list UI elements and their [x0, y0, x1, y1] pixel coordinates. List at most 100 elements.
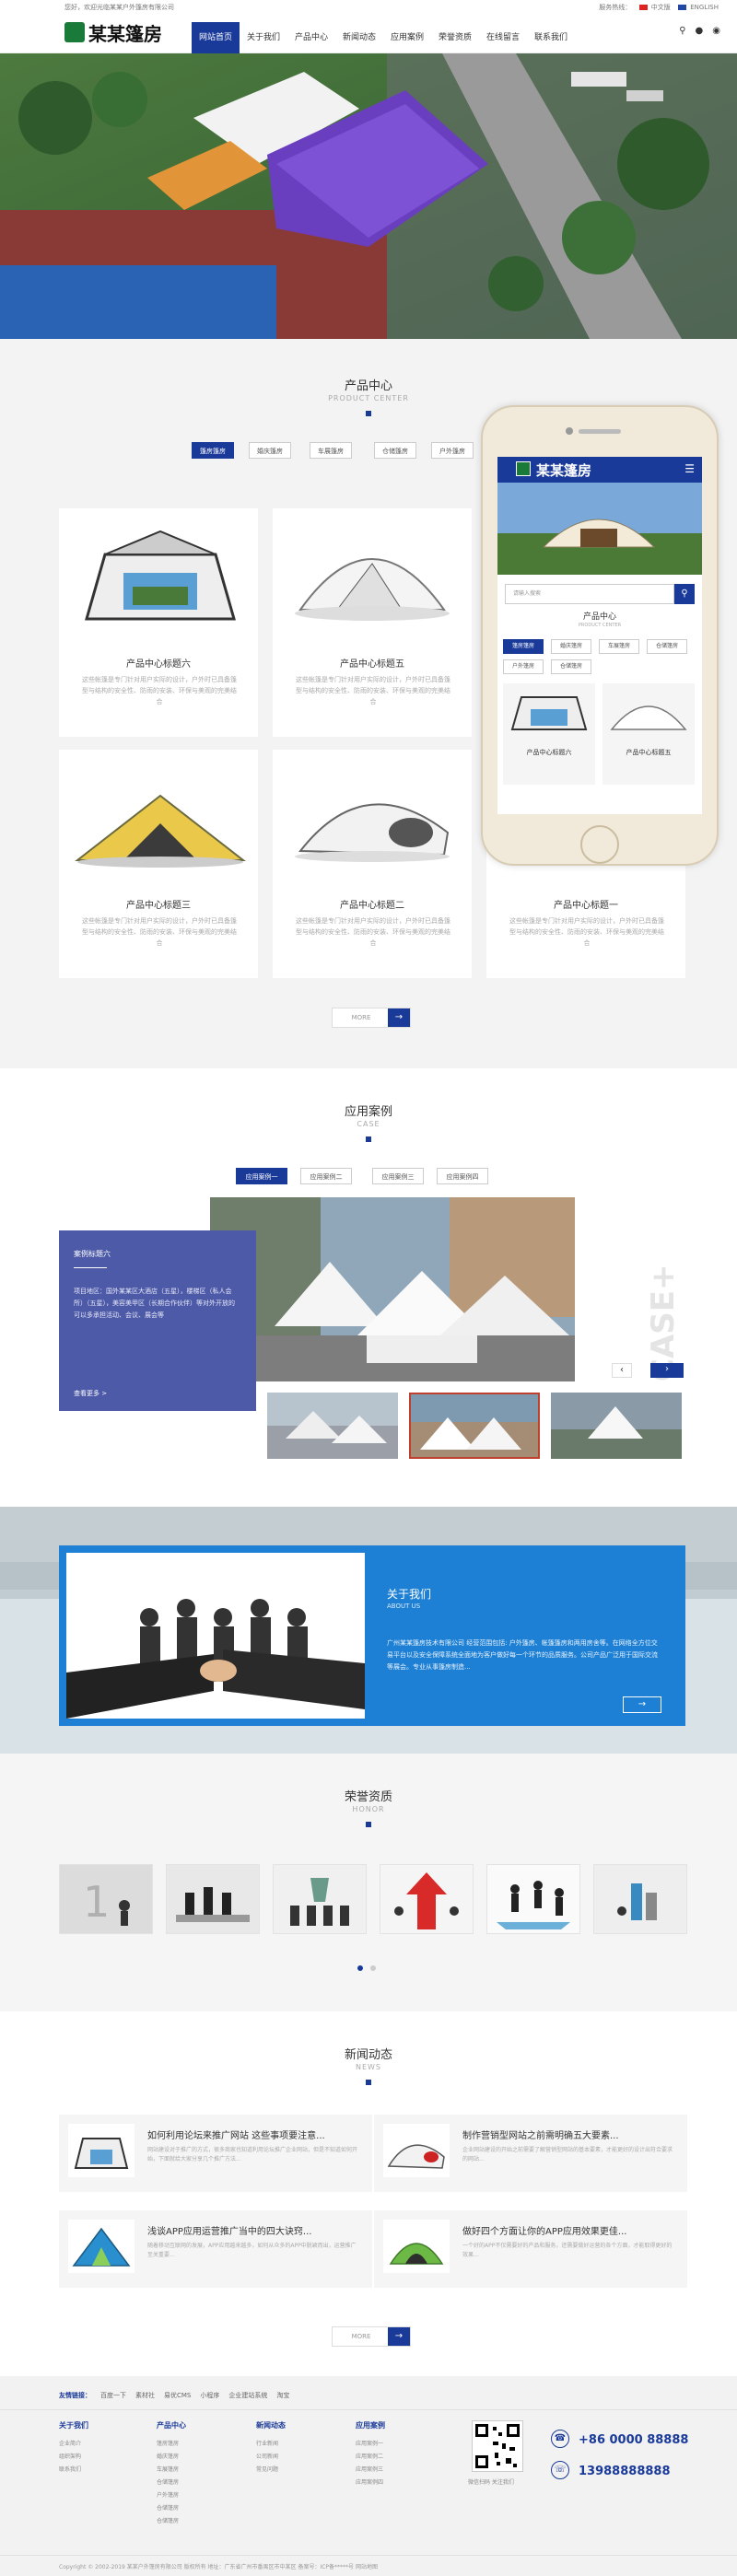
footer-link[interactable]: 仓储篷房 [157, 2515, 186, 2528]
news-more-button[interactable]: MORE → [332, 2326, 411, 2347]
footer-link[interactable]: 篷房篷房 [157, 2438, 186, 2451]
product-tab-2[interactable]: 婚庆篷房 [249, 442, 291, 459]
product-desc: 这些帐篷是专门针对用户实际的设计，户外时已具备篷型与结构的安全性、防雨的安装、环… [509, 917, 664, 947]
news-item[interactable]: 浅谈APP应用运营推广当中的四大诀窍... 随着移动互联网的发展，APP应用越来… [59, 2210, 372, 2288]
product-card[interactable]: 产品中心标题三 这些帐篷是专门针对用户实际的设计，户外时已具备篷型与结构的安全性… [59, 750, 258, 978]
product-title: 产品中心标题二 [340, 901, 404, 911]
wechat-icon[interactable]: ● [696, 26, 704, 36]
phone-tab[interactable]: 户外篷房 [503, 659, 544, 674]
top-right-links: 服务热线： 中文版 ENGLISH [599, 3, 719, 12]
nav-item-contact[interactable]: 联系我们 [527, 22, 575, 53]
case-tab-2[interactable]: 应用案例二 [300, 1168, 352, 1184]
phone-tab[interactable]: 婚庆篷房 [551, 639, 591, 654]
case-thumb[interactable] [551, 1393, 682, 1459]
copyright: Copyright © 2002-2019 某某户外篷房有限公司 版权所有 地址… [59, 2564, 378, 2570]
footer-link[interactable]: 仓储篷房 [157, 2502, 186, 2515]
menu-icon[interactable]: ☰ [684, 462, 695, 475]
footer-link[interactable]: 仓储篷房 [157, 2477, 186, 2489]
footer-link[interactable]: 应用案例四 [356, 2477, 385, 2489]
case-feature-more[interactable]: 查看更多 > [74, 1389, 107, 1398]
logo[interactable]: 某某篷房 [64, 20, 162, 45]
more-label: MORE [351, 1014, 371, 1021]
case-thumb[interactable] [267, 1393, 398, 1459]
footer-col-products: 产品中心 篷房篷房 婚庆篷房 车展篷房 仓储篷房 户外篷房 仓储篷房 仓储篷房 [157, 2420, 186, 2528]
product-tab-3[interactable]: 车展篷房 [310, 442, 352, 459]
case-tab-4[interactable]: 应用案例四 [437, 1168, 488, 1184]
news-item[interactable]: 做好四个方面让你的APP应用效果更佳... 一个好的APP不仅需要好的产品和服务… [374, 2210, 687, 2288]
nav-item-honor[interactable]: 荣誉资质 [431, 22, 479, 53]
honor-image[interactable] [380, 1864, 474, 1934]
phone-tab[interactable]: 仓储篷房 [647, 639, 687, 654]
case-tab-1[interactable]: 应用案例一 [236, 1168, 287, 1184]
phone-tab[interactable]: 车展篷房 [599, 639, 639, 654]
footer-link[interactable]: 车展篷房 [157, 2464, 186, 2477]
footer-link[interactable]: 联系我们 [59, 2464, 88, 2477]
product-title: 产品中心标题一 [554, 901, 618, 911]
phone-tab[interactable]: 仓储篷房 [551, 659, 591, 674]
news-desc: 一个好的APP不仅需要好的产品和服务，还需要做好运营的各个方面，才能取得更好的效… [462, 2243, 673, 2258]
news-item[interactable]: 如何利用论坛来推广网站 这些事项要注意... 网站建设对于推广的方式，很多商家也… [59, 2115, 372, 2192]
product-tab-5[interactable]: 户外篷房 [431, 442, 474, 459]
product-card[interactable]: 产品中心标题二 这些帐篷是专门针对用户实际的设计，户外时已具备篷型与结构的安全性… [273, 750, 472, 978]
case-feature-box[interactable]: 案例标题六 项目地区：国外某某区大酒店（五星），楼梯区（私人会所）（五星），美容… [59, 1230, 256, 1411]
slider-dot-active[interactable] [357, 1965, 363, 1971]
product-tab-1[interactable]: 篷房篷房 [192, 442, 234, 459]
footer-col-title: 新闻动态 [256, 2421, 286, 2430]
footer-link[interactable]: 应用案例二 [356, 2451, 385, 2464]
nav-item-products[interactable]: 产品中心 [287, 22, 335, 53]
lang-cn-link[interactable]: 中文版 [651, 4, 671, 11]
footer-link[interactable]: 应用案例三 [356, 2464, 385, 2477]
footer-link[interactable]: 企业简介 [59, 2438, 88, 2451]
footer-link[interactable]: 公司新闻 [256, 2451, 286, 2464]
footer-link[interactable]: 婚庆篷房 [157, 2451, 186, 2464]
about-section: 关于我们 ABOUT US 广州某某篷房技术有限公司 经营范围包括: 户外篷房、… [0, 1507, 737, 1754]
friend-link[interactable]: 小程序 [200, 2391, 219, 2400]
phone-search-icon[interactable]: ⚲ [674, 584, 695, 604]
search-icon[interactable]: ⚲ [679, 26, 685, 36]
lang-en-link[interactable]: ENGLISH [690, 4, 719, 11]
phone-tab[interactable]: 篷房篷房 [503, 639, 544, 654]
title-dot [366, 411, 371, 416]
honor-image[interactable] [486, 1864, 580, 1934]
friend-link[interactable]: 易优CMS [164, 2391, 191, 2400]
friend-link[interactable]: 企业建站系统 [228, 2391, 267, 2400]
case-thumb[interactable] [409, 1393, 540, 1459]
honor-image[interactable] [166, 1864, 260, 1934]
prev-arrow-icon[interactable]: ‹ [612, 1363, 632, 1378]
honor-image[interactable]: 1 [59, 1864, 153, 1934]
product-card[interactable]: 产品中心标题六 这些帐篷是专门针对用户实际的设计，户外时已具备篷型与结构的安全性… [59, 508, 258, 737]
nav-item-news[interactable]: 新闻动态 [335, 22, 383, 53]
honor-image[interactable] [273, 1864, 367, 1934]
about-desc: 广州某某篷房技术有限公司 经营范围包括: 户外篷房、帐篷篷房和两用房舍等。在网络… [387, 1639, 658, 1671]
footer-link[interactable]: 行业新闻 [256, 2438, 286, 2451]
weibo-icon[interactable]: ◉ [712, 26, 720, 36]
footer-link[interactable]: 户外篷房 [157, 2489, 186, 2502]
phone-product-image [610, 705, 687, 730]
phone-product-card[interactable]: 产品中心标题五 [602, 683, 695, 785]
friend-link[interactable]: 素材社 [135, 2391, 155, 2400]
about-arrow-right-icon[interactable]: → [623, 1696, 661, 1713]
phone-search-input[interactable]: 请输入搜索 [505, 584, 674, 604]
about-image [66, 1553, 365, 1719]
nav-item-message[interactable]: 在线留言 [479, 22, 527, 53]
footer-link[interactable]: 组织架构 [59, 2451, 88, 2464]
footer-link[interactable]: 应用案例一 [356, 2438, 385, 2451]
friend-link[interactable]: 百度一下 [100, 2391, 126, 2400]
phone-product-card[interactable]: 产品中心标题六 [503, 683, 595, 785]
friend-link[interactable]: 淘宝 [276, 2391, 289, 2400]
product-card[interactable]: 产品中心标题五 这些帐篷是专门针对用户实际的设计，户外时已具备篷型与结构的安全性… [273, 508, 472, 737]
nav-item-home[interactable]: 网站首页 [192, 22, 240, 53]
nav-item-about[interactable]: 关于我们 [240, 22, 287, 53]
case-tab-3[interactable]: 应用案例三 [372, 1168, 424, 1184]
qr-code [472, 2420, 523, 2472]
footer-link[interactable]: 常见问题 [256, 2464, 286, 2477]
products-more-button[interactable]: MORE → [332, 1008, 411, 1028]
slider-dot[interactable] [370, 1965, 376, 1971]
product-title: 产品中心标题三 [126, 901, 191, 911]
nav-item-cases[interactable]: 应用案例 [383, 22, 431, 53]
product-tab-4[interactable]: 仓储篷房 [374, 442, 416, 459]
honor-image[interactable] [593, 1864, 687, 1934]
honor-section: 荣誉资质 HONOR 1 [0, 1754, 737, 2011]
next-arrow-icon[interactable]: › [650, 1363, 684, 1378]
news-item[interactable]: 制作营销型网站之前需明确五大要素... 企业网站建设的开始之前需要了解营销型网站… [374, 2115, 687, 2192]
